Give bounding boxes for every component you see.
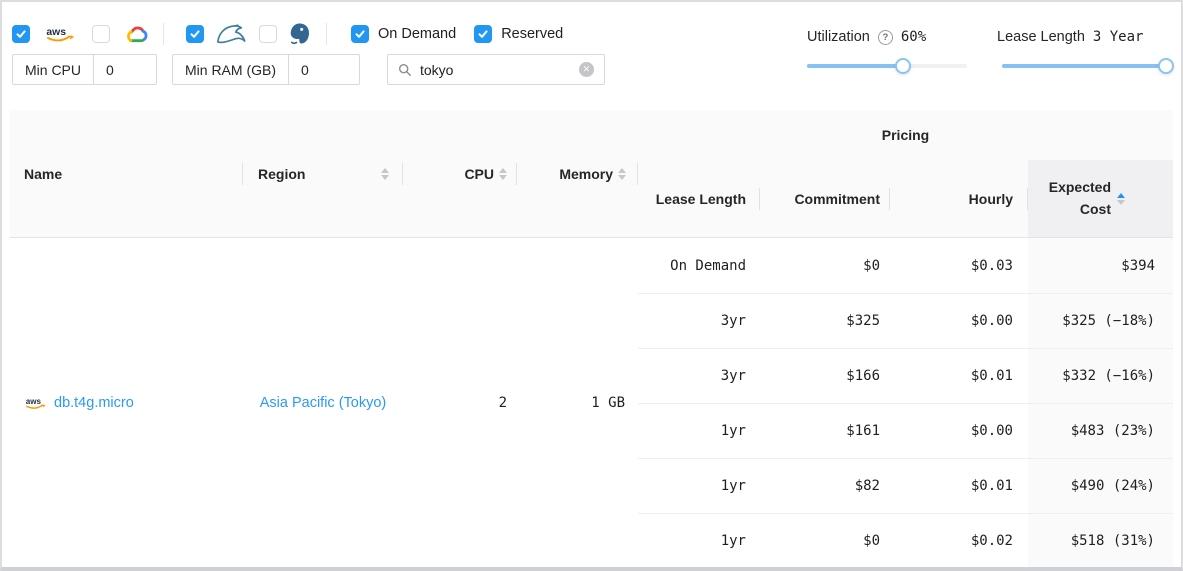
app-window: aws	[0, 0, 1183, 571]
toolbar-divider	[163, 23, 164, 45]
utilization-value: 60%	[901, 29, 926, 45]
lease-length-cell: 1yr	[638, 458, 760, 513]
mysql-filter-checkbox[interactable]	[186, 25, 204, 43]
postgresql-filter-checkbox[interactable]	[259, 25, 277, 43]
sort-icon[interactable]	[499, 168, 507, 180]
svg-text:aws: aws	[46, 27, 66, 38]
hourly-cell: $0.01	[890, 458, 1028, 513]
lease-length-slider-handle[interactable]	[1158, 58, 1174, 74]
min-cpu-label: Min CPU	[13, 55, 94, 84]
utilization-slider[interactable]	[807, 58, 967, 74]
reserved-label: Reserved	[501, 26, 563, 42]
region-cell: Asia Pacific (Tokyo)	[243, 238, 403, 568]
sort-icon-active[interactable]	[1117, 193, 1125, 205]
filter-toolbar: aws	[2, 2, 1181, 103]
lease-length-cell: 3yr	[638, 293, 760, 348]
slider-fill	[807, 64, 903, 68]
check-icon	[189, 28, 201, 40]
column-header-commitment: Commitment	[760, 160, 890, 237]
lease-length-label: Lease Length	[997, 29, 1085, 45]
min-cpu-filter: Min CPU 0	[12, 54, 157, 85]
lease-length-cell: 1yr	[638, 513, 760, 568]
min-cpu-input[interactable]: 0	[94, 55, 156, 84]
hourly-cell: $0.01	[890, 348, 1028, 403]
expected-cost-cell: $483 (23%)	[1028, 403, 1173, 458]
expected-cost-cell: $325 (−18%)	[1028, 293, 1173, 348]
utilization-label: Utilization	[807, 29, 870, 45]
commitment-cell: $325	[760, 293, 890, 348]
min-ram-filter: Min RAM (GB) 0	[172, 54, 360, 85]
aws-logo-icon: aws	[24, 396, 47, 411]
column-header-lease-length: Lease Length	[638, 160, 760, 237]
cpu-cell: 2	[403, 238, 517, 568]
gcp-logo-icon	[123, 24, 148, 44]
min-ram-label: Min RAM (GB)	[173, 55, 289, 84]
lease-length-cell: On Demand	[638, 238, 760, 293]
lease-length-value: 3 Year	[1093, 29, 1144, 45]
instance-name-link[interactable]: db.t4g.micro	[54, 395, 134, 411]
column-header-expected-cost[interactable]: Expected Cost	[1028, 160, 1173, 237]
expected-cost-cell: $394	[1028, 238, 1173, 293]
postgresql-icon	[287, 22, 312, 46]
utilization-slider-handle[interactable]	[895, 58, 911, 74]
hourly-cell: $0.02	[890, 513, 1028, 568]
commitment-cell: $82	[760, 458, 890, 513]
checkbox-filter-row: aws	[12, 22, 563, 46]
search-input[interactable]: tokyo ✕	[387, 54, 605, 85]
hourly-cell: $0.00	[890, 293, 1028, 348]
commitment-cell: $0	[760, 513, 890, 568]
gcp-filter-checkbox[interactable]	[92, 25, 110, 43]
slider-fill	[1002, 64, 1172, 68]
table-body: aws db.t4g.micro Asia Pacific (Tokyo) 2 …	[10, 238, 1173, 568]
expected-cost-cell: $332 (−16%)	[1028, 348, 1173, 403]
lease-length-cell: 1yr	[638, 403, 760, 458]
column-header-region[interactable]: Region	[243, 110, 403, 237]
search-value: tokyo	[420, 62, 453, 78]
region-link[interactable]: Asia Pacific (Tokyo)	[260, 395, 387, 411]
expected-cost-cell: $490 (24%)	[1028, 458, 1173, 513]
memory-cell: 1 GB	[517, 238, 638, 568]
check-icon	[15, 28, 27, 40]
pricing-group-header: Pricing	[638, 110, 1173, 160]
sort-icon[interactable]	[381, 168, 389, 180]
sort-icon[interactable]	[618, 168, 626, 180]
clear-search-icon[interactable]: ✕	[579, 62, 594, 77]
commitment-cell: $0	[760, 238, 890, 293]
aws-logo-icon: aws	[44, 24, 76, 44]
instances-table: Name Region CPU Memory Pricing Lease Len…	[10, 110, 1173, 568]
column-header-memory[interactable]: Memory	[517, 110, 638, 237]
check-icon	[354, 28, 366, 40]
toolbar-divider	[326, 23, 327, 45]
svg-text:aws: aws	[26, 397, 42, 406]
commitment-cell: $161	[760, 403, 890, 458]
hourly-cell: $0.00	[890, 403, 1028, 458]
expected-cost-cell: $518 (31%)	[1028, 513, 1173, 568]
search-icon	[398, 63, 412, 77]
help-icon[interactable]: ?	[878, 30, 893, 45]
mysql-icon	[215, 23, 247, 45]
reserved-checkbox[interactable]	[474, 25, 492, 43]
min-ram-input[interactable]: 0	[289, 55, 359, 84]
on-demand-label: On Demand	[378, 26, 456, 42]
on-demand-checkbox[interactable]	[351, 25, 369, 43]
commitment-cell: $166	[760, 348, 890, 403]
utilization-control: Utilization ? 60%	[807, 29, 926, 45]
column-header-name: Name	[10, 110, 243, 237]
hourly-cell: $0.03	[890, 238, 1028, 293]
lease-length-control: Lease Length 3 Year	[997, 29, 1143, 45]
column-header-hourly: Hourly	[890, 160, 1028, 237]
instance-name-cell: aws db.t4g.micro	[10, 238, 243, 568]
table-header: Name Region CPU Memory Pricing Lease Len…	[10, 110, 1173, 238]
column-header-cpu[interactable]: CPU	[403, 110, 517, 237]
aws-filter-checkbox[interactable]	[12, 25, 30, 43]
check-icon	[477, 28, 489, 40]
lease-length-cell: 3yr	[638, 348, 760, 403]
lease-length-slider[interactable]	[1002, 58, 1172, 74]
